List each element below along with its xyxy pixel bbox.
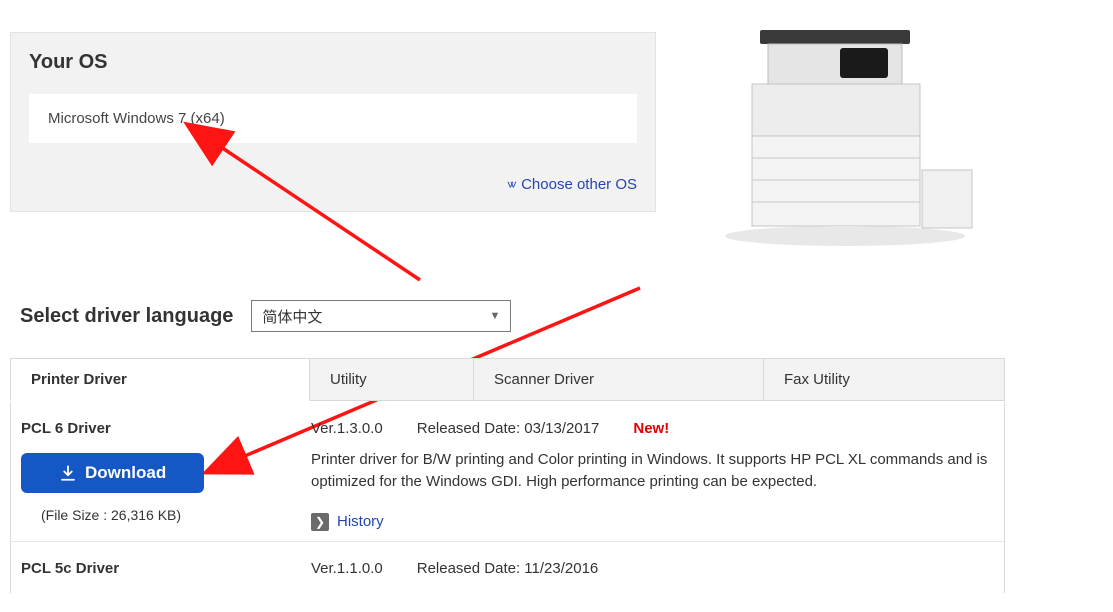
new-badge: New! (633, 420, 669, 437)
driver-release-date: Released Date: 11/23/2016 (417, 560, 599, 577)
tab-scanner-driver[interactable]: Scanner Driver (474, 359, 764, 401)
os-panel: Your OS Microsoft Windows 7 (x64) ˅˅ Cho… (10, 32, 656, 212)
driver-version: Ver.1.3.0.0 (311, 420, 383, 437)
download-icon (59, 464, 77, 482)
caret-down-icon: ▼ (490, 310, 501, 322)
driver-release-date: Released Date: 03/13/2017 (417, 420, 600, 437)
driver-name: PCL 5c Driver (21, 560, 301, 577)
tab-utility[interactable]: Utility (310, 359, 474, 401)
history-label: History (337, 513, 384, 530)
choose-other-os-label: Choose other OS (521, 176, 637, 193)
driver-row: PCL 6 Driver Download (File Size : 26,31… (11, 402, 1004, 542)
language-label: Select driver language (20, 305, 233, 328)
download-button[interactable]: Download (21, 453, 204, 493)
language-select[interactable]: 简体中文 ▼ (251, 300, 511, 332)
file-size: (File Size : 26,316 KB) (41, 507, 301, 523)
download-label: Download (85, 463, 166, 483)
driver-name: PCL 6 Driver (21, 420, 301, 437)
tab-printer-driver[interactable]: Printer Driver (10, 359, 310, 401)
language-row: Select driver language 简体中文 ▼ (20, 300, 511, 332)
os-value: Microsoft Windows 7 (x64) (29, 94, 637, 143)
printer-image (690, 0, 990, 260)
history-link[interactable]: ❯ History (311, 513, 384, 531)
driver-version: Ver.1.1.0.0 (311, 560, 383, 577)
driver-description: Printer driver for B/W printing and Colo… (311, 449, 994, 493)
chevron-right-icon: ❯ (311, 513, 329, 531)
driver-list: PCL 6 Driver Download (File Size : 26,31… (10, 402, 1005, 593)
chevron-double-down-icon: ˅˅ (507, 178, 513, 192)
tab-fax-utility[interactable]: Fax Utility (764, 359, 1005, 401)
os-title: Your OS (29, 51, 637, 74)
driver-category-tabs: Printer Driver Utility Scanner Driver Fa… (10, 358, 1005, 401)
driver-row: PCL 5c Driver Ver.1.1.0.0 Released Date:… (11, 542, 1004, 593)
language-selected-value: 简体中文 (262, 306, 322, 327)
choose-other-os-link[interactable]: ˅˅ Choose other OS (507, 176, 637, 193)
